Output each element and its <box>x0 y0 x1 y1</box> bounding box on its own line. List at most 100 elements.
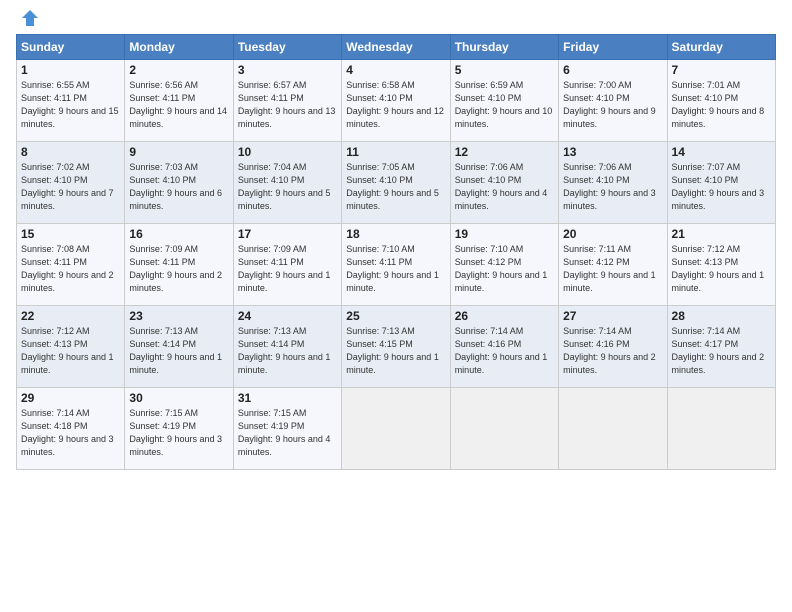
day-content: Sunrise: 7:03 AMSunset: 4:10 PMDaylight:… <box>129 161 228 213</box>
day-content: Sunrise: 7:05 AMSunset: 4:10 PMDaylight:… <box>346 161 445 213</box>
day-number: 30 <box>129 391 228 405</box>
day-number: 9 <box>129 145 228 159</box>
header <box>16 12 776 28</box>
day-content: Sunrise: 7:02 AMSunset: 4:10 PMDaylight:… <box>21 161 120 213</box>
calendar-cell: 23 Sunrise: 7:13 AMSunset: 4:14 PMDayligh… <box>125 306 233 388</box>
day-content: Sunrise: 6:57 AMSunset: 4:11 PMDaylight:… <box>238 79 337 131</box>
calendar-cell: 28 Sunrise: 7:14 AMSunset: 4:17 PMDayligh… <box>667 306 775 388</box>
calendar-cell: 26 Sunrise: 7:14 AMSunset: 4:16 PMDayligh… <box>450 306 558 388</box>
day-number: 5 <box>455 63 554 77</box>
day-content: Sunrise: 7:14 AMSunset: 4:16 PMDaylight:… <box>563 325 662 377</box>
calendar-cell <box>559 388 667 470</box>
day-number: 1 <box>21 63 120 77</box>
column-header-thursday: Thursday <box>450 35 558 60</box>
day-content: Sunrise: 7:13 AMSunset: 4:14 PMDaylight:… <box>129 325 228 377</box>
day-number: 10 <box>238 145 337 159</box>
day-number: 27 <box>563 309 662 323</box>
day-number: 22 <box>21 309 120 323</box>
calendar-week-2: 8 Sunrise: 7:02 AMSunset: 4:10 PMDaylight… <box>17 142 776 224</box>
day-number: 6 <box>563 63 662 77</box>
day-content: Sunrise: 7:12 AMSunset: 4:13 PMDaylight:… <box>672 243 771 295</box>
calendar-cell: 29 Sunrise: 7:14 AMSunset: 4:18 PMDayligh… <box>17 388 125 470</box>
calendar-cell: 24Sunrise: 7:13 AMSunset: 4:14 PMDayligh… <box>233 306 341 388</box>
day-number: 17 <box>238 227 337 241</box>
calendar-cell: 21 Sunrise: 7:12 AMSunset: 4:13 PMDayligh… <box>667 224 775 306</box>
calendar-cell: 16 Sunrise: 7:09 AMSunset: 4:11 PMDayligh… <box>125 224 233 306</box>
day-content: Sunrise: 7:08 AMSunset: 4:11 PMDaylight:… <box>21 243 120 295</box>
calendar-cell: 11 Sunrise: 7:05 AMSunset: 4:10 PMDayligh… <box>342 142 450 224</box>
calendar-week-4: 22 Sunrise: 7:12 AMSunset: 4:13 PMDayligh… <box>17 306 776 388</box>
day-content: Sunrise: 6:56 AMSunset: 4:11 PMDaylight:… <box>129 79 228 131</box>
day-content: Sunrise: 7:07 AMSunset: 4:10 PMDaylight:… <box>672 161 771 213</box>
day-content: Sunrise: 7:15 AMSunset: 4:19 PMDaylight:… <box>129 407 228 459</box>
calendar-cell: 1 Sunrise: 6:55 AMSunset: 4:11 PMDaylight… <box>17 60 125 142</box>
day-number: 20 <box>563 227 662 241</box>
day-number: 3 <box>238 63 337 77</box>
day-number: 16 <box>129 227 228 241</box>
calendar-cell: 4 Sunrise: 6:58 AMSunset: 4:10 PMDaylight… <box>342 60 450 142</box>
header-row: SundayMondayTuesdayWednesdayThursdayFrid… <box>17 35 776 60</box>
calendar-table: SundayMondayTuesdayWednesdayThursdayFrid… <box>16 34 776 470</box>
day-content: Sunrise: 7:13 AMSunset: 4:15 PMDaylight:… <box>346 325 445 377</box>
calendar-cell: 19 Sunrise: 7:10 AMSunset: 4:12 PMDayligh… <box>450 224 558 306</box>
day-content: Sunrise: 6:59 AMSunset: 4:10 PMDaylight:… <box>455 79 554 131</box>
day-number: 23 <box>129 309 228 323</box>
calendar-cell: 3 Sunrise: 6:57 AMSunset: 4:11 PMDaylight… <box>233 60 341 142</box>
day-number: 14 <box>672 145 771 159</box>
day-number: 29 <box>21 391 120 405</box>
day-number: 8 <box>21 145 120 159</box>
page-container: SundayMondayTuesdayWednesdayThursdayFrid… <box>0 0 792 480</box>
day-content: Sunrise: 6:55 AMSunset: 4:11 PMDaylight:… <box>21 79 120 131</box>
day-content: Sunrise: 7:04 AMSunset: 4:10 PMDaylight:… <box>238 161 337 213</box>
day-content: Sunrise: 7:12 AMSunset: 4:13 PMDaylight:… <box>21 325 120 377</box>
day-number: 11 <box>346 145 445 159</box>
day-content: Sunrise: 7:09 AMSunset: 4:11 PMDaylight:… <box>129 243 228 295</box>
day-number: 15 <box>21 227 120 241</box>
day-number: 4 <box>346 63 445 77</box>
day-content: Sunrise: 7:10 AMSunset: 4:11 PMDaylight:… <box>346 243 445 295</box>
day-content: Sunrise: 7:14 AMSunset: 4:17 PMDaylight:… <box>672 325 771 377</box>
calendar-cell <box>667 388 775 470</box>
day-content: Sunrise: 6:58 AMSunset: 4:10 PMDaylight:… <box>346 79 445 131</box>
column-header-sunday: Sunday <box>17 35 125 60</box>
calendar-cell: 8 Sunrise: 7:02 AMSunset: 4:10 PMDaylight… <box>17 142 125 224</box>
day-content: Sunrise: 7:01 AMSunset: 4:10 PMDaylight:… <box>672 79 771 131</box>
column-header-friday: Friday <box>559 35 667 60</box>
day-number: 26 <box>455 309 554 323</box>
day-content: Sunrise: 7:00 AMSunset: 4:10 PMDaylight:… <box>563 79 662 131</box>
calendar-cell: 13Sunrise: 7:06 AMSunset: 4:10 PMDayligh… <box>559 142 667 224</box>
calendar-week-3: 15 Sunrise: 7:08 AMSunset: 4:11 PMDayligh… <box>17 224 776 306</box>
day-content: Sunrise: 7:14 AMSunset: 4:18 PMDaylight:… <box>21 407 120 459</box>
day-number: 21 <box>672 227 771 241</box>
calendar-cell: 10 Sunrise: 7:04 AMSunset: 4:10 PMDayligh… <box>233 142 341 224</box>
day-content: Sunrise: 7:13 AMSunset: 4:14 PMDaylight:… <box>238 325 337 377</box>
day-number: 25 <box>346 309 445 323</box>
day-content: Sunrise: 7:10 AMSunset: 4:12 PMDaylight:… <box>455 243 554 295</box>
day-number: 13 <box>563 145 662 159</box>
calendar-cell: 20 Sunrise: 7:11 AMSunset: 4:12 PMDayligh… <box>559 224 667 306</box>
logo <box>16 12 40 28</box>
column-header-wednesday: Wednesday <box>342 35 450 60</box>
calendar-cell: 6 Sunrise: 7:00 AMSunset: 4:10 PMDaylight… <box>559 60 667 142</box>
day-content: Sunrise: 7:11 AMSunset: 4:12 PMDaylight:… <box>563 243 662 295</box>
calendar-cell: 9 Sunrise: 7:03 AMSunset: 4:10 PMDaylight… <box>125 142 233 224</box>
column-header-monday: Monday <box>125 35 233 60</box>
calendar-cell: 2Sunrise: 6:56 AMSunset: 4:11 PMDaylight… <box>125 60 233 142</box>
calendar-cell: 31Sunrise: 7:15 AMSunset: 4:19 PMDayligh… <box>233 388 341 470</box>
column-header-saturday: Saturday <box>667 35 775 60</box>
calendar-cell: 12Sunrise: 7:06 AMSunset: 4:10 PMDayligh… <box>450 142 558 224</box>
day-content: Sunrise: 7:15 AMSunset: 4:19 PMDaylight:… <box>238 407 337 459</box>
day-number: 12 <box>455 145 554 159</box>
calendar-cell: 18Sunrise: 7:10 AMSunset: 4:11 PMDayligh… <box>342 224 450 306</box>
day-content: Sunrise: 7:09 AMSunset: 4:11 PMDaylight:… <box>238 243 337 295</box>
calendar-cell: 17 Sunrise: 7:09 AMSunset: 4:11 PMDayligh… <box>233 224 341 306</box>
day-number: 28 <box>672 309 771 323</box>
calendar-week-1: 1 Sunrise: 6:55 AMSunset: 4:11 PMDaylight… <box>17 60 776 142</box>
day-number: 19 <box>455 227 554 241</box>
day-number: 7 <box>672 63 771 77</box>
calendar-cell: 27 Sunrise: 7:14 AMSunset: 4:16 PMDayligh… <box>559 306 667 388</box>
calendar-cell: 22 Sunrise: 7:12 AMSunset: 4:13 PMDayligh… <box>17 306 125 388</box>
day-content: Sunrise: 7:14 AMSunset: 4:16 PMDaylight:… <box>455 325 554 377</box>
calendar-cell: 7 Sunrise: 7:01 AMSunset: 4:10 PMDaylight… <box>667 60 775 142</box>
calendar-cell: 30 Sunrise: 7:15 AMSunset: 4:19 PMDayligh… <box>125 388 233 470</box>
